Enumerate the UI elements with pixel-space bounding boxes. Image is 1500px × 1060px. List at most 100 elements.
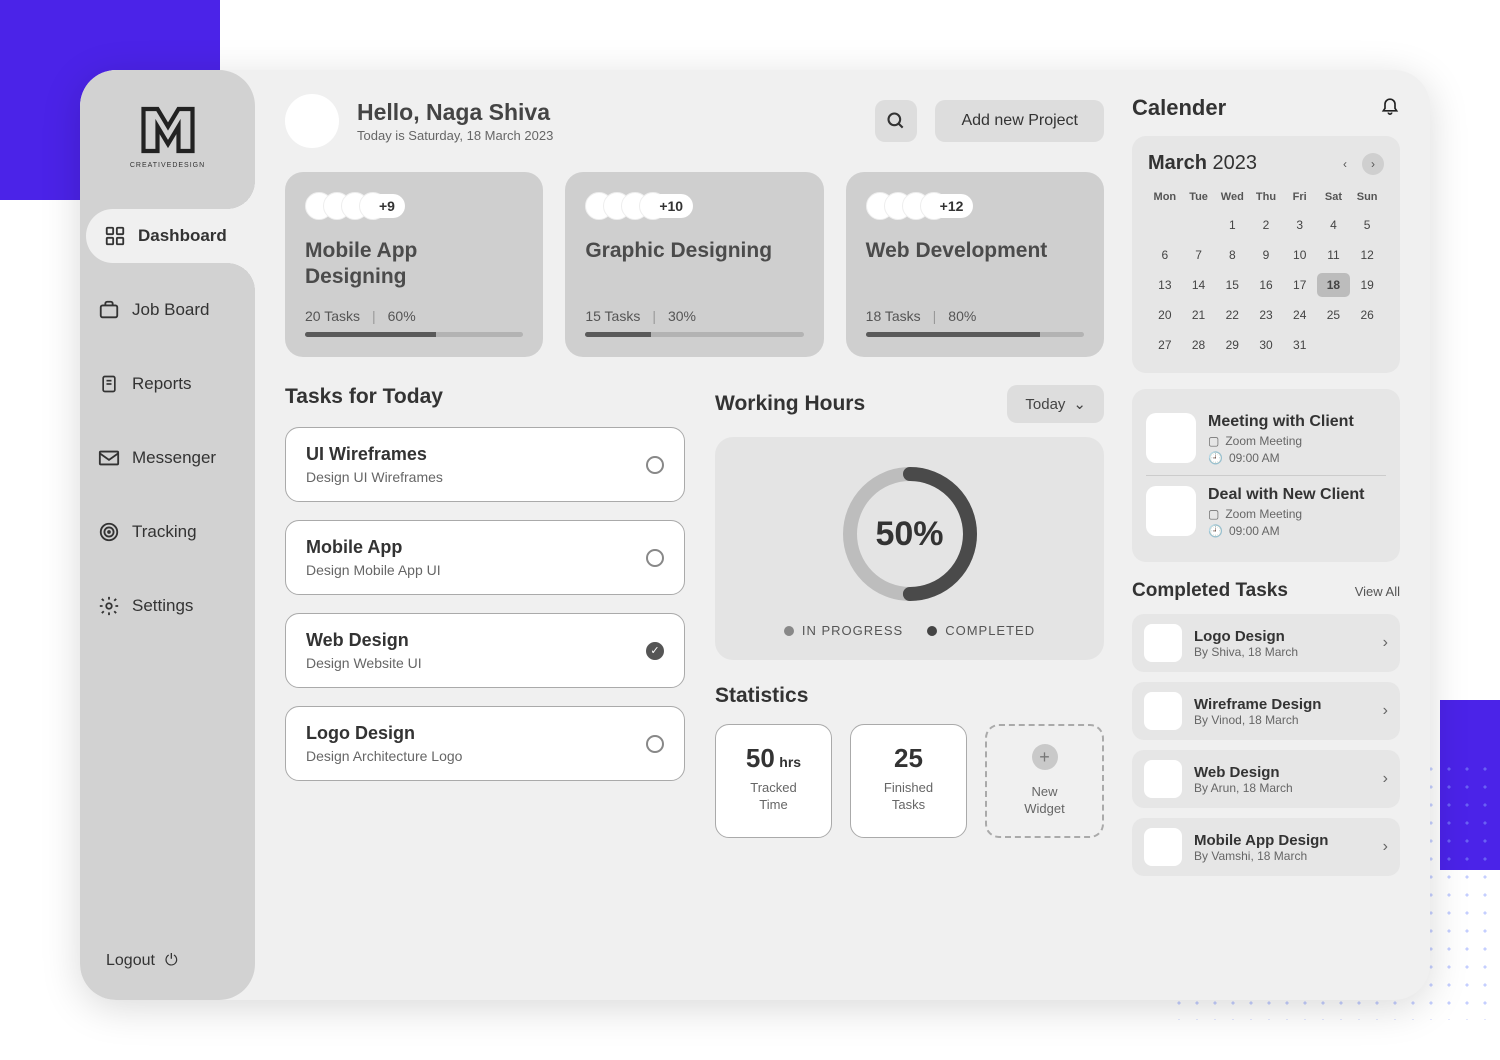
stat-card: 50 hrsTrackedTime: [715, 724, 832, 838]
sidebar-item-tracking[interactable]: Tracking: [80, 505, 255, 559]
clock-icon: 🕘: [1208, 451, 1223, 465]
task-checkbox[interactable]: [646, 549, 664, 567]
task-title: Logo Design: [306, 723, 462, 744]
task-item[interactable]: Mobile AppDesign Mobile App UI: [285, 520, 685, 595]
calendar-day[interactable]: 1: [1215, 213, 1249, 237]
calendar-day[interactable]: 3: [1283, 213, 1317, 237]
calendar-day[interactable]: 30: [1249, 333, 1283, 357]
project-card[interactable]: +9 Mobile App Designing 20 Tasks | 60%: [285, 172, 543, 357]
calendar-day[interactable]: 6: [1148, 243, 1182, 267]
project-title: Graphic Designing: [585, 238, 803, 292]
calendar-day[interactable]: 19: [1350, 273, 1384, 297]
calendar-day[interactable]: 13: [1148, 273, 1182, 297]
donut-chart: 50%: [835, 459, 985, 609]
completed-thumb: [1144, 828, 1182, 866]
calendar-day[interactable]: 18: [1317, 273, 1351, 297]
completed-title: Web Design: [1194, 764, 1371, 781]
calendar-next[interactable]: ›: [1362, 153, 1384, 175]
task-item[interactable]: Logo Design Design Architecture Logo: [285, 706, 685, 781]
calendar-day[interactable]: 11: [1317, 243, 1351, 267]
project-card[interactable]: +12 Web Development 18 Tasks | 80%: [846, 172, 1104, 357]
view-all-link[interactable]: View All: [1355, 584, 1400, 599]
task-item[interactable]: Web DesignDesign Website UI: [285, 613, 685, 688]
task-checkbox[interactable]: [646, 735, 664, 753]
calendar-day[interactable]: 8: [1215, 243, 1249, 267]
calendar-day[interactable]: 10: [1283, 243, 1317, 267]
calendar-day[interactable]: 22: [1215, 303, 1249, 327]
calendar-day[interactable]: 2: [1249, 213, 1283, 237]
project-card[interactable]: +10 Graphic Designing 15 Tasks | 30%: [565, 172, 823, 357]
plus-icon: +: [1032, 744, 1058, 770]
calendar-day[interactable]: 15: [1215, 273, 1249, 297]
logout-button[interactable]: Logout ⏻: [80, 952, 255, 970]
completed-heading: Completed Tasks: [1132, 580, 1288, 602]
calendar-day[interactable]: 16: [1249, 273, 1283, 297]
completed-task-item[interactable]: Web Design By Arun, 18 March ›: [1132, 750, 1400, 808]
sidebar-item-job-board[interactable]: Job Board: [80, 283, 255, 337]
target-icon: [98, 521, 120, 543]
hours-range-select[interactable]: Today ⌄: [1007, 385, 1104, 423]
greeting-text: Hello, Naga Shiva: [357, 99, 553, 126]
project-more-count: +12: [930, 194, 974, 218]
task-subtitle: Design Architecture Logo: [306, 748, 462, 764]
logo-mark: [133, 100, 203, 160]
calendar-day[interactable]: 31: [1283, 333, 1317, 357]
calendar-day[interactable]: 7: [1182, 243, 1216, 267]
nav-label: Messenger: [132, 448, 216, 468]
completed-title: Mobile App Design: [1194, 832, 1371, 849]
event-platform: ▢ Zoom Meeting: [1208, 507, 1386, 521]
calendar-day[interactable]: 9: [1249, 243, 1283, 267]
bell-icon[interactable]: [1380, 94, 1400, 122]
completed-task-item[interactable]: Wireframe Design By Vinod, 18 March ›: [1132, 682, 1400, 740]
hours-heading: Working Hours: [715, 392, 865, 416]
sidebar-item-dashboard[interactable]: Dashboard: [86, 209, 255, 263]
project-task-count: 18 Tasks: [866, 308, 921, 324]
calendar-day[interactable]: 17: [1283, 273, 1317, 297]
lower-row: Tasks for Today UI WireframesDesign UI W…: [285, 385, 1104, 838]
user-avatar[interactable]: [285, 94, 339, 148]
sidebar-item-reports[interactable]: Reports: [80, 357, 255, 411]
app-window: CREATIVEDESIGN DashboardJob BoardReports…: [80, 70, 1430, 1000]
calendar-month-year: March 2023: [1148, 152, 1257, 175]
calendar-day[interactable]: 14: [1182, 273, 1216, 297]
completed-subtitle: By Shiva, 18 March: [1194, 645, 1371, 659]
task-checkbox[interactable]: [646, 456, 664, 474]
calendar-prev[interactable]: ‹: [1334, 153, 1356, 175]
calendar-day[interactable]: 29: [1215, 333, 1249, 357]
search-button[interactable]: [875, 100, 917, 142]
calendar-day[interactable]: 24: [1283, 303, 1317, 327]
completed-task-item[interactable]: Logo Design By Shiva, 18 March ›: [1132, 614, 1400, 672]
header: Hello, Naga Shiva Today is Saturday, 18 …: [285, 94, 1104, 148]
event-time: 🕘 09:00 AM: [1208, 451, 1386, 465]
calendar-day[interactable]: 21: [1182, 303, 1216, 327]
calendar-day[interactable]: 23: [1249, 303, 1283, 327]
completed-task-item[interactable]: Mobile App Design By Vamshi, 18 March ›: [1132, 818, 1400, 876]
completed-thumb: [1144, 692, 1182, 730]
event-item[interactable]: Meeting with Client ▢ Zoom Meeting 🕘 09:…: [1146, 403, 1386, 475]
calendar-day[interactable]: 26: [1350, 303, 1384, 327]
project-percent: 30%: [668, 308, 696, 324]
task-text: Logo Design Design Architecture Logo: [306, 723, 462, 764]
calendar-day[interactable]: 27: [1148, 333, 1182, 357]
project-progress-bar: [866, 332, 1084, 337]
logout-label: Logout: [106, 952, 155, 970]
calendar-day[interactable]: 4: [1317, 213, 1351, 237]
calendar-day[interactable]: 12: [1350, 243, 1384, 267]
calendar-day[interactable]: 28: [1182, 333, 1216, 357]
calendar-day-header: Fri: [1283, 187, 1317, 207]
calendar-day[interactable]: 5: [1350, 213, 1384, 237]
event-item[interactable]: Deal with New Client ▢ Zoom Meeting 🕘 09…: [1146, 475, 1386, 548]
project-stats: 18 Tasks | 80%: [866, 308, 1084, 324]
event-title: Meeting with Client: [1208, 413, 1386, 431]
calendar-day[interactable]: 25: [1317, 303, 1351, 327]
sidebar-item-settings[interactable]: Settings: [80, 579, 255, 633]
task-checkbox[interactable]: [646, 642, 664, 660]
project-avatars: +9: [305, 192, 523, 220]
project-cards: +9 Mobile App Designing 20 Tasks | 60% +…: [285, 172, 1104, 357]
sidebar-item-messenger[interactable]: Messenger: [80, 431, 255, 485]
calendar-day[interactable]: 20: [1148, 303, 1182, 327]
add-widget-button[interactable]: +NewWidget: [985, 724, 1104, 838]
task-item[interactable]: UI WireframesDesign UI Wireframes: [285, 427, 685, 502]
add-project-button[interactable]: Add new Project: [935, 100, 1104, 142]
project-percent: 60%: [388, 308, 416, 324]
